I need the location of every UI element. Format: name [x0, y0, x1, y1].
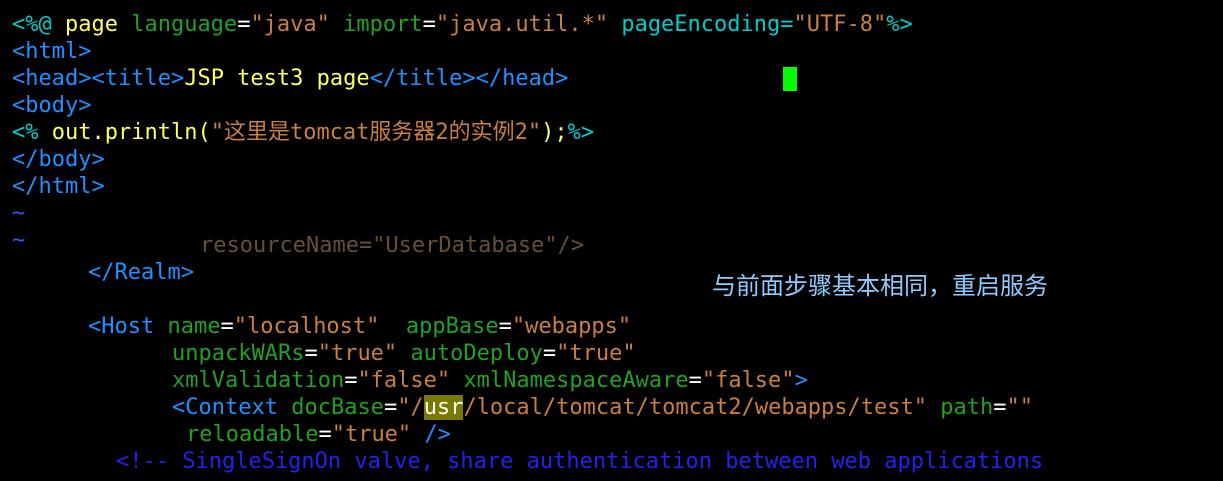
reloadable-attr: reloadable	[186, 422, 319, 447]
import-attr: import	[329, 12, 423, 37]
path-value: ""	[1006, 395, 1034, 420]
docbase-attr: docBase	[277, 395, 384, 420]
page-keyword: page	[64, 12, 118, 37]
code-line-7: </html>	[12, 174, 105, 199]
println-string: "这里是tomcat服务器2的实例2"	[210, 120, 542, 145]
context-line-1: <Context docBase="/usr/local/tomcat/tomc…	[172, 395, 1034, 420]
context-self-close: />	[411, 422, 451, 447]
host-line-2: unpackWARs="true" autoDeploy="true"	[172, 341, 636, 366]
path-attr: path	[927, 395, 994, 420]
code-line-1: <%@ page language="java" import="java.ut…	[12, 11, 913, 38]
appbase-attr: appBase	[379, 314, 499, 339]
appbase-value: "webapps"	[511, 314, 632, 339]
autodeploy-value: "true"	[556, 341, 636, 366]
host-open-tag: <Host	[88, 314, 155, 339]
name-value: "localhost"	[233, 314, 380, 339]
encoding-attr: pageEncoding	[608, 12, 781, 37]
host-line-1: <Host name="localhost" appBase="webapps"	[88, 314, 632, 339]
namespace-attr: xmlNamespaceAware	[450, 368, 689, 393]
println-call: out.println(	[51, 120, 211, 145]
title-open-tag: <title>	[91, 66, 185, 91]
head-open-tag: <head>	[12, 66, 92, 91]
empty-line-marker: ~	[12, 201, 26, 226]
language-value: "java"	[250, 12, 330, 37]
code-line-4: <body>	[12, 93, 92, 118]
empty-line-marker: ~	[12, 228, 26, 246]
context-line-2: reloadable="true" />	[186, 422, 451, 447]
docbase-value-suffix: /local/tomcat/tomcat2/webapps/test"	[463, 395, 928, 420]
host-tag-close: >	[794, 368, 808, 393]
println-end: );	[541, 120, 568, 145]
unpackwars-attr: unpackWARs	[172, 341, 305, 366]
import-value: "java.util.*"	[435, 12, 609, 37]
xmlvalidation-value: "false"	[357, 368, 451, 393]
scriptlet-close: %>	[567, 120, 595, 145]
annotation-note: 与前面步骤基本相同，重启服务	[712, 272, 1048, 300]
equals-sign: =	[237, 12, 251, 37]
search-highlight: usr	[423, 395, 464, 420]
head-close-tag: </head>	[475, 66, 569, 91]
jsp-directive-close: %>	[886, 12, 913, 37]
encoding-value: "UTF-8"	[793, 12, 887, 37]
context-open-tag: <Context	[172, 395, 278, 420]
docbase-value-prefix: "/	[397, 395, 424, 420]
language-attr: language	[117, 12, 238, 37]
text-cursor	[783, 67, 797, 91]
title-close-tag: </title>	[369, 66, 476, 91]
scriptlet-open: <%	[12, 120, 52, 145]
xml-comment-line: <!-- SingleSignOn valve, share authentic…	[116, 449, 1044, 474]
jsp-directive-open: <%@	[12, 12, 65, 37]
namespace-value: "false"	[701, 368, 795, 393]
xmlvalidation-attr: xmlValidation	[172, 368, 345, 393]
code-line-2: <html>	[12, 39, 92, 64]
code-line-6: </body>	[12, 147, 105, 172]
title-text: JSP test3 page	[184, 66, 370, 91]
realm-close-tag: </Realm>	[88, 260, 194, 285]
host-line-3: xmlValidation="false" xmlNamespaceAware=…	[172, 368, 808, 393]
unpackwars-value: "true"	[317, 341, 398, 366]
equals-sign: =	[422, 12, 436, 37]
autodeploy-attr: autoDeploy	[397, 341, 543, 366]
reloadable-value: "true"	[331, 422, 412, 447]
equals-sign: =	[780, 12, 794, 37]
name-attr: name	[154, 314, 221, 339]
code-line-3: <head><title>JSP test3 page</title></hea…	[12, 65, 568, 92]
code-line-5: <% out.println("这里是tomcat服务器2的实例2");%>	[12, 119, 594, 146]
jsp-editor-pane[interactable]: <%@ page language="java" import="java.ut…	[0, 0, 1223, 246]
